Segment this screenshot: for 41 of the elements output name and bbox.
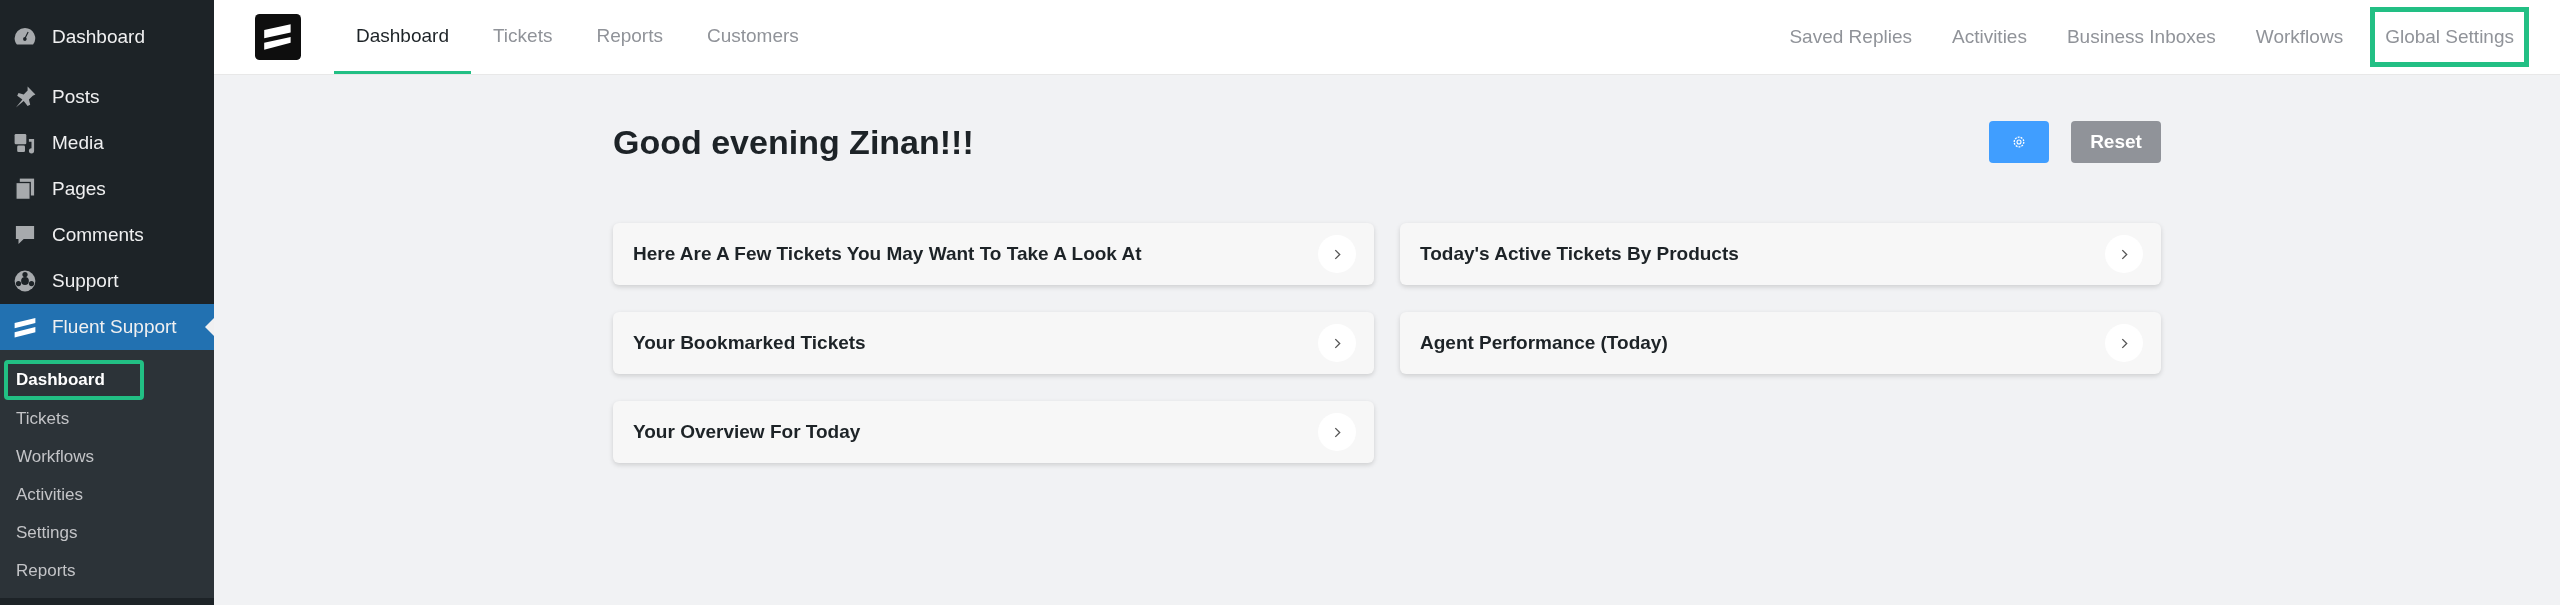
nav-tab[interactable]: Dashboard [334, 0, 471, 74]
settings-icon [2011, 134, 2027, 150]
card-title: Today's Active Tickets By Products [1420, 243, 1739, 265]
sidebar-item[interactable]: Posts [0, 74, 214, 120]
expand-button[interactable] [1318, 413, 1356, 451]
sidebar-label: Support [52, 270, 119, 292]
dashboard-card[interactable]: Here Are A Few Tickets You May Want To Take A Look At [613, 223, 1374, 285]
sidebar-item[interactable]: Dashboard [0, 14, 214, 60]
logo-icon [255, 14, 301, 60]
dashboard-card[interactable]: Your Overview For Today [613, 401, 1374, 463]
submenu-item[interactable]: Settings [0, 514, 214, 552]
dashboard-card[interactable]: Agent Performance (Today) [1400, 312, 2161, 374]
expand-button[interactable] [1318, 324, 1356, 362]
sidebar-label: Media [52, 132, 104, 154]
sidebar-label: Pages [52, 178, 106, 200]
sidebar-label: Comments [52, 224, 144, 246]
expand-button[interactable] [2105, 235, 2143, 273]
expand-button[interactable] [1318, 235, 1356, 273]
sidebar-label: Dashboard [52, 26, 145, 48]
submenu-item[interactable]: Reports [0, 552, 214, 590]
card-title: Here Are A Few Tickets You May Want To Take A Look At [633, 243, 1142, 265]
sidebar-item[interactable]: Comments [0, 212, 214, 258]
dashboard-card[interactable]: Today's Active Tickets By Products [1400, 223, 2161, 285]
sidebar-item[interactable]: Support [0, 258, 214, 304]
submenu-item[interactable]: Activities [0, 476, 214, 514]
card-title: Agent Performance (Today) [1420, 332, 1668, 354]
greeting-heading: Good evening Zinan!!! [613, 122, 974, 162]
sidebar-label: Posts [52, 86, 100, 108]
card-title: Your Overview For Today [633, 421, 861, 443]
lifebuoy-icon [12, 268, 38, 294]
expand-button[interactable] [2105, 324, 2143, 362]
dashboard-card[interactable]: Your Bookmarked Tickets [613, 312, 1374, 374]
sidebar-item[interactable]: Pages [0, 166, 214, 212]
submenu-item[interactable]: Dashboard [4, 360, 144, 400]
settings-button[interactable] [1989, 121, 2049, 163]
sidebar-label: Fluent Support [52, 316, 177, 338]
submenu-item[interactable]: Tickets [0, 400, 214, 438]
submenu-item[interactable]: Workflows [0, 438, 214, 476]
sidebar-item[interactable]: Fluent Support [0, 304, 214, 350]
sidebar-item[interactable]: Media [0, 120, 214, 166]
card-title: Your Bookmarked Tickets [633, 332, 866, 354]
